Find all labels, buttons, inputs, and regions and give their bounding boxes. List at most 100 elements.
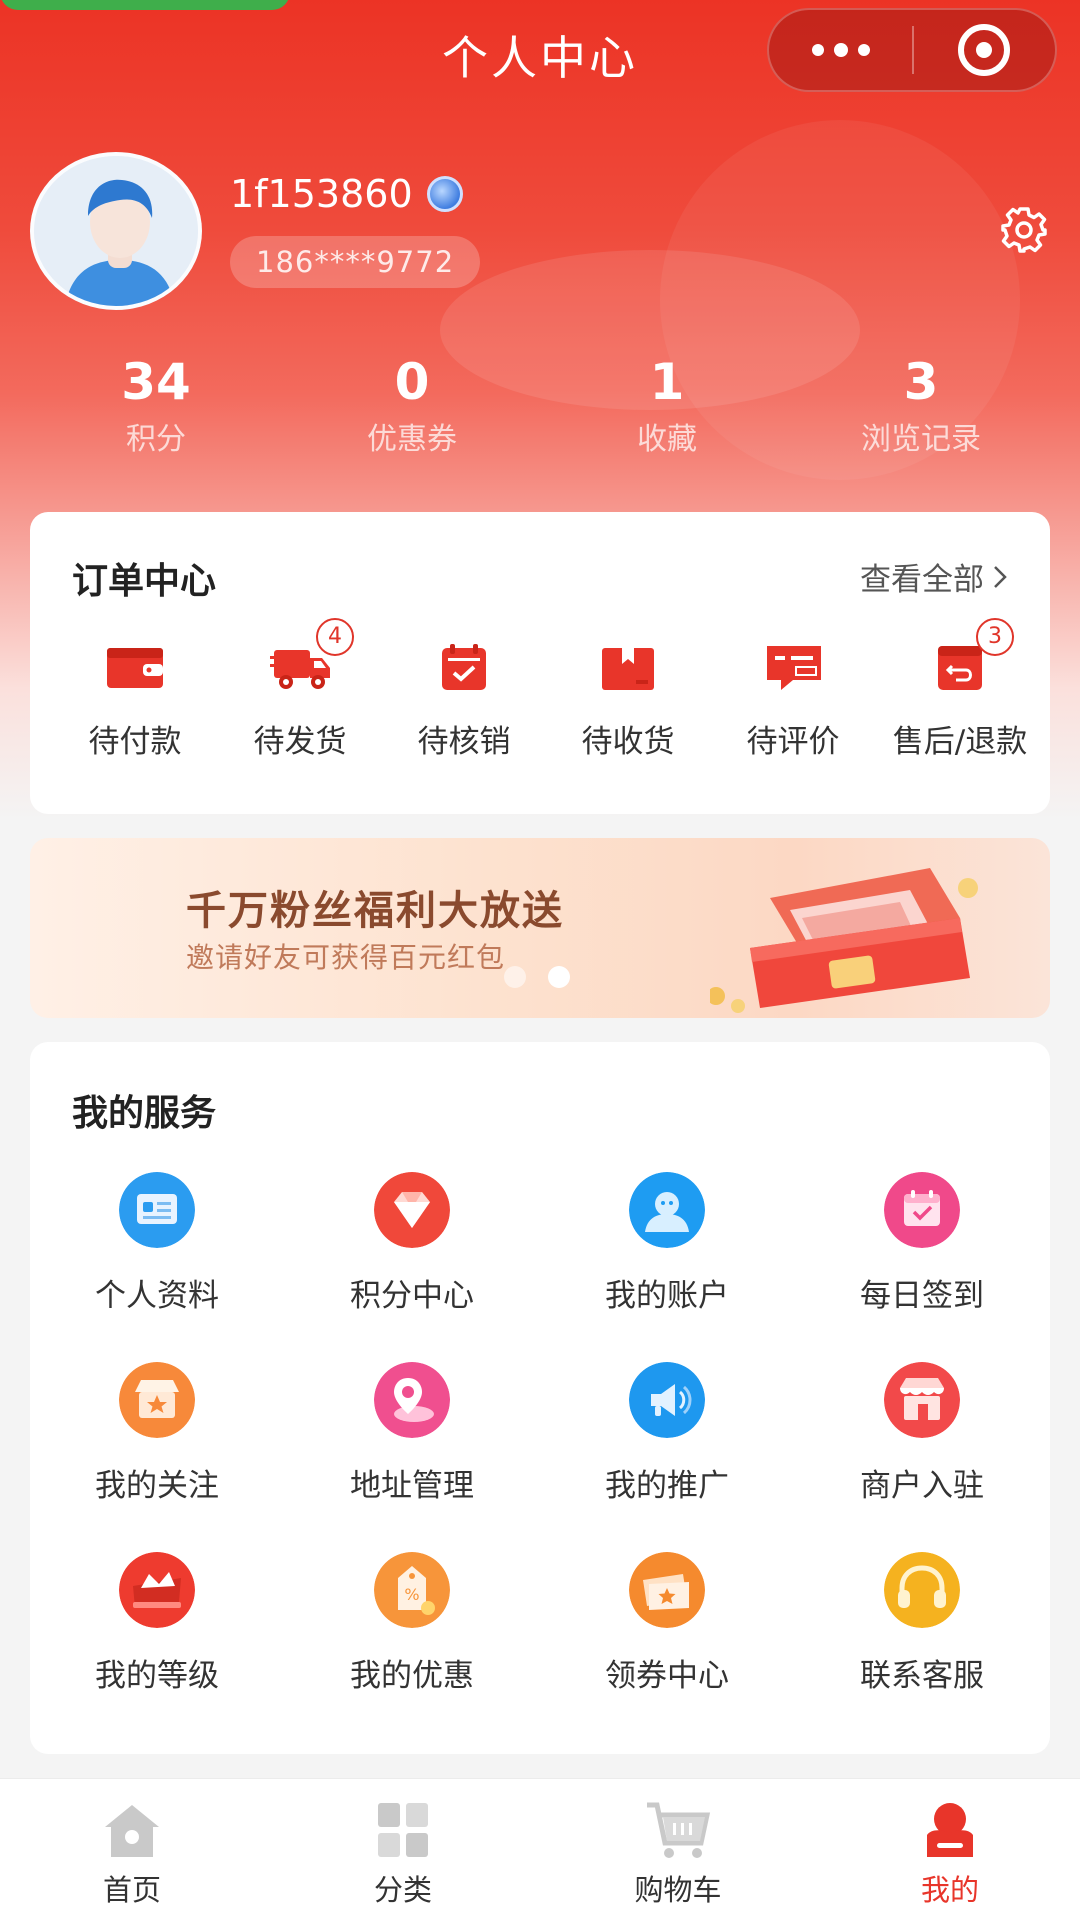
- services-title: 我的服务: [72, 1093, 217, 1134]
- service-label: 我的等级: [95, 1658, 219, 1694]
- miniprogram-capsule: [767, 8, 1057, 92]
- banner-title: 千万粉丝福利大放送: [186, 888, 564, 934]
- service-label: 我的优惠: [350, 1658, 474, 1694]
- tab-home[interactable]: 首页: [32, 1799, 232, 1909]
- order-label: 待评价: [746, 724, 840, 760]
- cart-icon: [645, 1799, 711, 1861]
- carousel-indicator: [504, 966, 570, 988]
- stat-value: 34: [121, 353, 191, 411]
- more-menu-button[interactable]: [769, 10, 912, 90]
- stat-value: 1: [649, 353, 685, 411]
- order-status-list: 待付款 4 待发货 待核销 待收货 待评价 3 售后/退款: [30, 618, 1050, 792]
- tab-label: 分类: [373, 1873, 432, 1907]
- service-my-discounts[interactable]: % 我的优惠: [302, 1552, 522, 1695]
- order-label: 待发货: [253, 724, 347, 760]
- service-label: 联系客服: [860, 1658, 984, 1694]
- order-pending-receipt[interactable]: 待收货: [548, 642, 708, 761]
- stat-value: 0: [394, 353, 430, 411]
- phone-number: 186****9772: [230, 236, 481, 288]
- stat-label: 优惠券: [367, 422, 457, 457]
- service-merchant-join[interactable]: 商户入驻: [812, 1362, 1032, 1505]
- carousel-dot-active[interactable]: [548, 966, 570, 988]
- close-miniprogram-button[interactable]: [914, 10, 1055, 90]
- order-pending-shipment[interactable]: 4 待发货: [220, 618, 380, 761]
- order-after-sales[interactable]: 3 售后/退款: [880, 618, 1040, 761]
- chevron-right-icon: [994, 565, 1007, 588]
- service-label: 我的推广: [605, 1468, 729, 1504]
- service-my-account[interactable]: 我的账户: [557, 1172, 777, 1315]
- status-indicator: [0, 0, 290, 10]
- stat-points[interactable]: 34 积分: [46, 352, 266, 462]
- crown-icon: [119, 1552, 195, 1628]
- service-label: 积分中心: [350, 1278, 474, 1314]
- count-badge: 4: [316, 618, 354, 656]
- order-label: 售后/退款: [892, 724, 1028, 760]
- order-pending-review[interactable]: 待评价: [713, 642, 873, 761]
- carousel-dot[interactable]: [504, 966, 526, 988]
- more-dot: [857, 44, 870, 56]
- stat-coupons[interactable]: 0 优惠券: [302, 352, 522, 462]
- tab-label: 首页: [102, 1873, 161, 1907]
- category-icon: [370, 1799, 436, 1861]
- stat-label: 浏览记录: [861, 422, 981, 457]
- user-stats: 34 积分 0 优惠券 1 收藏 3 浏览记录: [0, 352, 1080, 482]
- calendar-check-icon: [434, 642, 494, 692]
- service-customer-support[interactable]: 联系客服: [812, 1552, 1032, 1695]
- box-icon: [598, 642, 658, 692]
- service-label: 我的账户: [605, 1278, 729, 1314]
- order-pending-payment[interactable]: 待付款: [55, 642, 215, 761]
- service-daily-checkin[interactable]: 每日签到: [812, 1172, 1032, 1315]
- tab-me[interactable]: 我的: [850, 1799, 1050, 1909]
- service-points-center[interactable]: 积分中心: [302, 1172, 522, 1315]
- service-coupon-center[interactable]: 领券中心: [557, 1552, 777, 1695]
- profile-card-icon: [119, 1172, 195, 1248]
- view-all-label: 查看全部: [860, 562, 984, 598]
- bottom-tab-bar: 首页 分类 购物车 我的: [0, 1778, 1080, 1920]
- stat-label: 积分: [126, 422, 186, 457]
- service-my-level[interactable]: 我的等级: [47, 1552, 267, 1695]
- stat-value: 3: [903, 353, 939, 411]
- service-label: 每日签到: [860, 1278, 984, 1314]
- order-center-title: 订单中心: [72, 561, 217, 602]
- my-services-card: 我的服务 个人资料 积分中心 我的账户 每日签到 我的关注 地址管理 我的推广 …: [30, 1042, 1050, 1754]
- service-label: 商户入驻: [860, 1468, 984, 1504]
- service-my-follows[interactable]: 我的关注: [47, 1362, 267, 1505]
- stat-history[interactable]: 3 浏览记录: [811, 352, 1031, 462]
- avatar[interactable]: [30, 152, 202, 310]
- view-all-orders-link[interactable]: 查看全部: [860, 554, 1008, 599]
- truck-icon: 4: [270, 618, 354, 692]
- stat-label: 收藏: [637, 422, 697, 457]
- account-icon: [629, 1172, 705, 1248]
- diamond-icon: [374, 1172, 450, 1248]
- order-label: 待收货: [581, 724, 675, 760]
- settings-gear-icon[interactable]: [999, 205, 1049, 255]
- user-icon: [917, 1799, 983, 1861]
- tab-cart[interactable]: 购物车: [578, 1799, 778, 1909]
- verified-badge-icon: [426, 176, 463, 212]
- calendar-icon: [884, 1172, 960, 1248]
- order-pending-verification[interactable]: 待核销: [384, 642, 544, 761]
- more-dot: [833, 43, 848, 57]
- svg-text:%: %: [404, 1585, 419, 1604]
- tab-category[interactable]: 分类: [303, 1799, 503, 1909]
- shop-icon: [884, 1362, 960, 1438]
- service-address-management[interactable]: 地址管理: [302, 1362, 522, 1505]
- store-star-icon: [119, 1362, 195, 1438]
- banner-subtitle: 邀请好友可获得百元红包: [186, 941, 506, 974]
- target-icon: [958, 24, 1011, 76]
- return-icon: 3: [930, 618, 1014, 692]
- order-label: 待付款: [88, 724, 182, 760]
- stat-favorites[interactable]: 1 收藏: [557, 352, 777, 462]
- coupon-icon: [629, 1552, 705, 1628]
- service-profile[interactable]: 个人资料: [47, 1172, 267, 1315]
- service-label: 领券中心: [605, 1658, 729, 1694]
- home-icon: [99, 1799, 165, 1861]
- service-label: 个人资料: [95, 1278, 219, 1314]
- order-center-card: 订单中心 查看全部 待付款 4 待发货 待核销 待收货 待评价 3 售后/退款: [30, 512, 1050, 814]
- megaphone-icon: [629, 1362, 705, 1438]
- promo-banner[interactable]: 千万粉丝福利大放送 邀请好友可获得百元红包: [30, 838, 1050, 1018]
- service-label: 我的关注: [95, 1468, 219, 1504]
- service-my-promotion[interactable]: 我的推广: [557, 1362, 777, 1505]
- headset-icon: [884, 1552, 960, 1628]
- tab-label: 我的: [920, 1873, 979, 1907]
